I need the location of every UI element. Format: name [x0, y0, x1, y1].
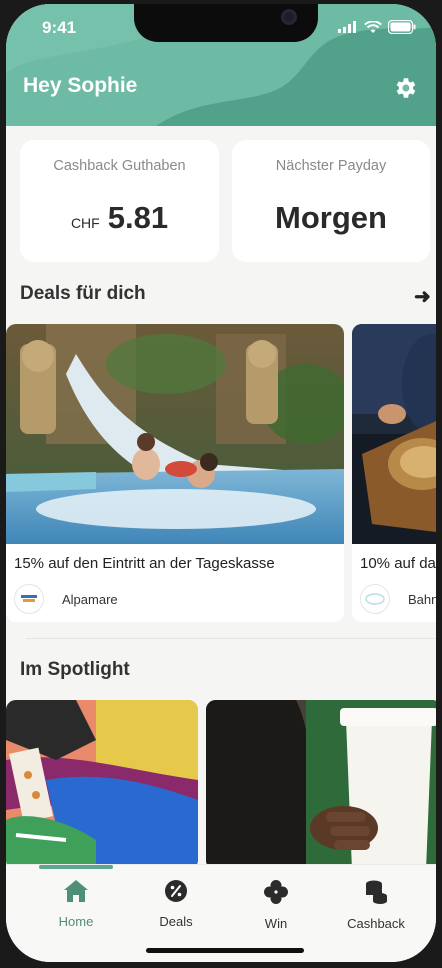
greeting-title: Hey Sophie	[23, 74, 138, 97]
tab-win[interactable]: Win	[226, 879, 326, 931]
tab-deals[interactable]: Deals	[126, 879, 226, 929]
cashback-balance-label: Cashback Guthaben	[53, 158, 186, 174]
deal-card[interactable]: 15% auf den Eintritt an der Tageskasse A…	[6, 324, 344, 622]
home-indicator	[146, 948, 304, 953]
status-time: 9:41	[42, 18, 77, 37]
settings-gear-icon[interactable]	[392, 75, 418, 101]
signal-icon	[338, 21, 356, 33]
phone-frame: 9:41 Hey Sophie Cashback Guthaben CHF 5.…	[0, 0, 442, 968]
spotlight-image-coffee	[206, 700, 436, 870]
tab-deals-label: Deals	[159, 914, 193, 929]
deal-title: 15% auf den Eintritt an der Tageskasse	[14, 555, 275, 572]
tab-win-label: Win	[264, 916, 288, 931]
next-payday-card[interactable]: Nächster Payday Morgen	[232, 140, 430, 262]
tab-home[interactable]: Home	[26, 879, 126, 929]
status-icons	[338, 20, 416, 34]
clover-icon	[264, 880, 288, 904]
front-camera	[278, 6, 300, 28]
deal-title: 10% auf das	[360, 555, 436, 572]
next-payday-label: Nächster Payday	[275, 158, 387, 174]
cashback-amount: 5.81	[107, 200, 169, 235]
spotlight-image-sneakers	[6, 700, 198, 870]
spotlight-card[interactable]	[206, 700, 436, 870]
deal-image-restaurant	[352, 324, 436, 544]
device-notch	[134, 4, 318, 42]
deal-image-waterpark	[6, 324, 344, 544]
tab-home-label: Home	[58, 914, 94, 929]
percent-icon	[165, 880, 187, 902]
app-screen: 9:41 Hey Sophie Cashback Guthaben CHF 5.…	[6, 4, 436, 962]
tab-cashback-label: Cashback	[347, 916, 405, 931]
deal-card[interactable]: 10% auf das Bahnh	[352, 324, 436, 622]
tab-cashback[interactable]: Cashback	[326, 879, 426, 931]
coins-icon	[366, 880, 387, 904]
battery-icon	[388, 20, 416, 34]
deals-section-title: Deals für dich	[20, 283, 146, 304]
next-payday-value: Morgen	[275, 200, 387, 235]
deal-brand-name: Alpamare	[62, 592, 118, 607]
brand-logo-icon	[360, 584, 390, 614]
spotlight-section-title: Im Spotlight	[20, 659, 130, 680]
deal-brand-name: Bahnh	[408, 592, 436, 607]
active-tab-indicator	[39, 865, 113, 869]
home-icon	[64, 880, 88, 902]
cashback-currency: CHF	[70, 215, 100, 231]
wifi-icon	[364, 20, 382, 33]
deals-see-all-arrow-icon[interactable]: ➜	[414, 284, 431, 309]
cashback-balance-card[interactable]: Cashback Guthaben CHF 5.81	[20, 140, 219, 262]
section-divider	[26, 638, 436, 639]
spotlight-card[interactable]	[6, 700, 198, 870]
alpamare-logo-icon	[14, 584, 44, 614]
